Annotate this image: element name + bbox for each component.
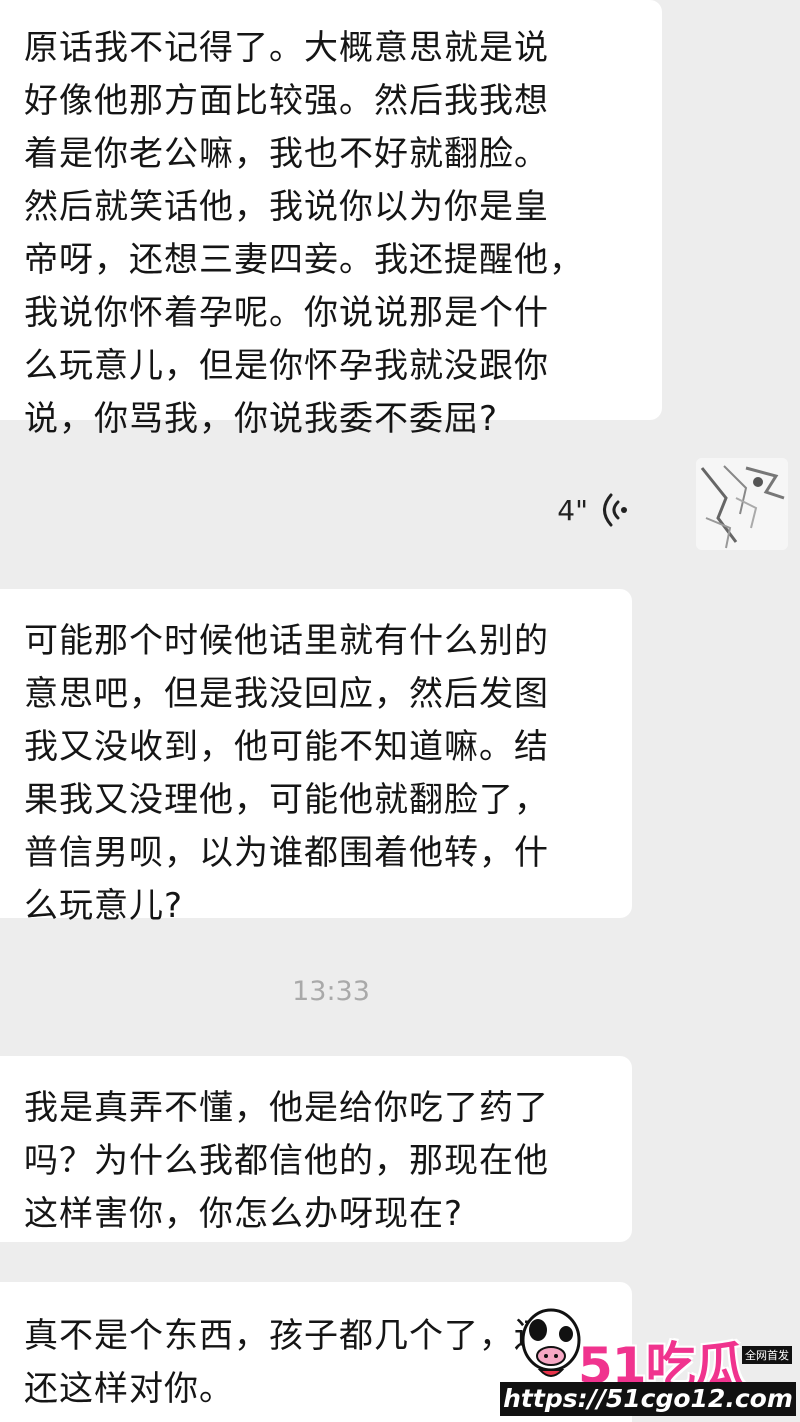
- chat-timestamp: 13:33: [292, 976, 370, 1007]
- cow-mascot-icon: [521, 1308, 581, 1377]
- message-bubble-1[interactable]: 原话我不记得了。大概意思就是说 好像他那方面比较强。然后我我想 着是你老公嘛，我…: [0, 0, 662, 439]
- message-bubble-3[interactable]: 可能那个时候他话里就有什么别的 意思吧，但是我没回应，然后发图 我又没收到，他可…: [0, 589, 632, 926]
- voice-wave-icon[interactable]: [596, 490, 630, 530]
- watermark-badge: 全网首发: [742, 1346, 792, 1364]
- message-bubble-4[interactable]: 我是真弄不懂，他是给你吃了药了 吗？为什么我都信他的，那现在他 这样害你，你怎么…: [0, 1056, 632, 1242]
- site-watermark: 51吃瓜 全网首发 https://51cgo12.com: [496, 1290, 800, 1422]
- sender-avatar[interactable]: [696, 458, 788, 550]
- watermark-url: https://51cgo12.com: [500, 1382, 796, 1416]
- voice-duration: 4": [557, 494, 588, 527]
- voice-message-row[interactable]: 4": [0, 458, 800, 560]
